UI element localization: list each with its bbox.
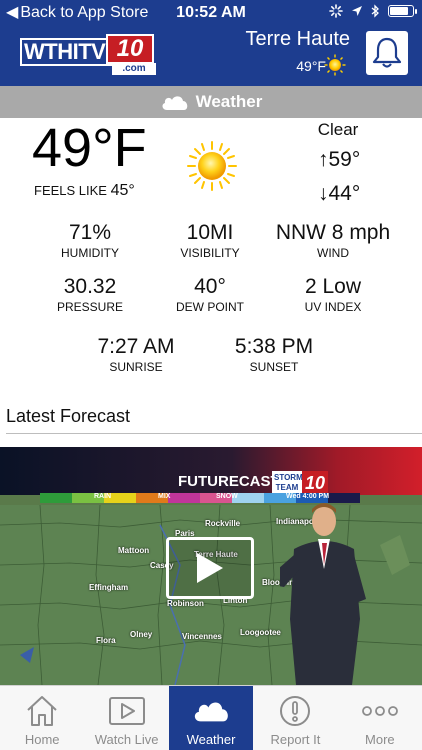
bluetooth-icon — [371, 4, 379, 18]
logo-number: 10 — [106, 34, 154, 64]
header-temperature: 49°F — [296, 58, 326, 74]
legend-rain: RAIN — [94, 493, 112, 500]
map-town: Mattoon — [118, 546, 150, 555]
home-icon — [27, 696, 57, 726]
sun-icon — [187, 141, 237, 191]
feels-like-value: 45° — [110, 182, 135, 199]
map-town: Olney — [130, 630, 153, 639]
more-icon — [361, 706, 398, 716]
stat-label: VISIBILITY — [180, 246, 240, 260]
map-town: Effingham — [89, 583, 129, 592]
stat-pressure: 30.32 PRESSURE — [40, 274, 140, 314]
high-temperature: ↑59° — [318, 148, 361, 171]
legend-snow: SNOW — [216, 493, 238, 500]
bell-icon — [372, 37, 402, 68]
futurecast-title: FUTURECAST — [178, 473, 280, 490]
loading-spinner-icon — [329, 4, 343, 18]
current-temperature: 49°F — [32, 118, 147, 178]
stat-label: UV INDEX — [304, 300, 362, 314]
stat-visibility: 10MI VISIBILITY — [160, 220, 260, 260]
tab-label: Report It — [270, 732, 321, 747]
header-city: Terre Haute — [245, 28, 351, 50]
cloud-icon — [162, 96, 187, 110]
header-sun-icon — [324, 54, 346, 76]
status-icons — [329, 4, 417, 18]
tab-report-it[interactable]: Report It — [253, 686, 337, 750]
tab-label: Home — [24, 732, 60, 747]
logo-suffix: .com — [112, 63, 156, 75]
stat-sunset: 5:38 PM SUNSET — [224, 334, 324, 374]
map-town: Rockville — [205, 519, 241, 528]
stat-label: SUNRISE — [109, 360, 163, 374]
stat-uv-index: 2 Low UV INDEX — [283, 274, 383, 314]
battery-level — [390, 7, 408, 15]
play-icon — [197, 553, 223, 583]
status-bar: ◀ Back to App Store 10:52 AM — [0, 0, 422, 28]
play-icon — [108, 697, 145, 725]
stat-value: 10MI — [186, 221, 234, 244]
stat-label: DEW POINT — [176, 300, 244, 314]
tab-label: Weather — [186, 732, 236, 747]
map-town: Flora — [96, 636, 116, 645]
weather-alerts-button[interactable] — [366, 31, 408, 75]
play-video-button[interactable] — [166, 537, 254, 599]
logo-wordmark: WTHITV — [20, 38, 112, 66]
map-town: Vincennes — [182, 632, 222, 641]
latest-forecast-heading: Latest Forecast — [6, 406, 131, 426]
stat-value: 7:27 AM — [97, 335, 175, 358]
wthitv-logo[interactable]: WTHITV 10 .com — [20, 34, 156, 75]
section-title: Weather — [195, 92, 263, 111]
presenter-figure — [280, 503, 366, 685]
forecast-video[interactable]: FUTURECAST STORM TEAM 10 RAIN MIX SNOW W… — [0, 447, 422, 685]
tab-watch-live[interactable]: Watch Live — [84, 686, 168, 750]
low-temperature: ↓44° — [318, 182, 361, 205]
stat-wind: NNW 8 mph WIND — [268, 220, 398, 260]
stat-value: NNW 8 mph — [275, 221, 391, 244]
stat-value: 2 Low — [304, 275, 362, 298]
tab-more[interactable]: More — [338, 686, 422, 750]
feels-like: FEELS LIKE 45° — [34, 182, 135, 200]
stat-value: 71% — [68, 221, 112, 244]
alert-icon — [280, 696, 311, 726]
stat-label: SUNSET — [249, 360, 299, 374]
stat-value: 5:38 PM — [234, 335, 314, 358]
condition-text: Clear — [317, 120, 359, 139]
stat-value: 30.32 — [63, 275, 117, 298]
stat-humidity: 71% HUMIDITY — [40, 220, 140, 260]
storm-team-text: STORM TEAM — [272, 471, 303, 495]
tab-label: Watch Live — [94, 732, 159, 747]
map-town: Loogootee — [240, 628, 281, 637]
stat-dew-point: 40° DEW POINT — [160, 274, 260, 314]
stat-value: 40° — [194, 275, 226, 298]
stat-sunrise: 7:27 AM SUNRISE — [86, 334, 186, 374]
battery-icon — [388, 5, 417, 17]
cloud-icon — [194, 702, 228, 722]
location-arrow-icon — [352, 6, 362, 16]
stat-label: HUMIDITY — [61, 246, 119, 260]
tab-label: More — [365, 732, 395, 747]
feels-like-label: FEELS LIKE — [34, 183, 107, 198]
storm-team-number: 10 — [302, 471, 329, 495]
map-town: Robinson — [167, 599, 204, 608]
storm-team-logo: STORM TEAM 10 — [272, 471, 329, 495]
section-title-bar: Weather — [0, 86, 422, 118]
tab-bar: Home Watch Live Weather Report It More — [0, 685, 422, 750]
stat-label: PRESSURE — [56, 300, 124, 314]
tab-home[interactable]: Home — [0, 686, 84, 750]
divider — [6, 433, 422, 434]
app-header: ◀ Back to App Store 10:52 AM WTHITV 10 .… — [0, 0, 422, 86]
legend-mix: MIX — [158, 493, 171, 500]
tab-weather[interactable]: Weather — [168, 686, 254, 750]
stat-label: WIND — [317, 246, 349, 260]
